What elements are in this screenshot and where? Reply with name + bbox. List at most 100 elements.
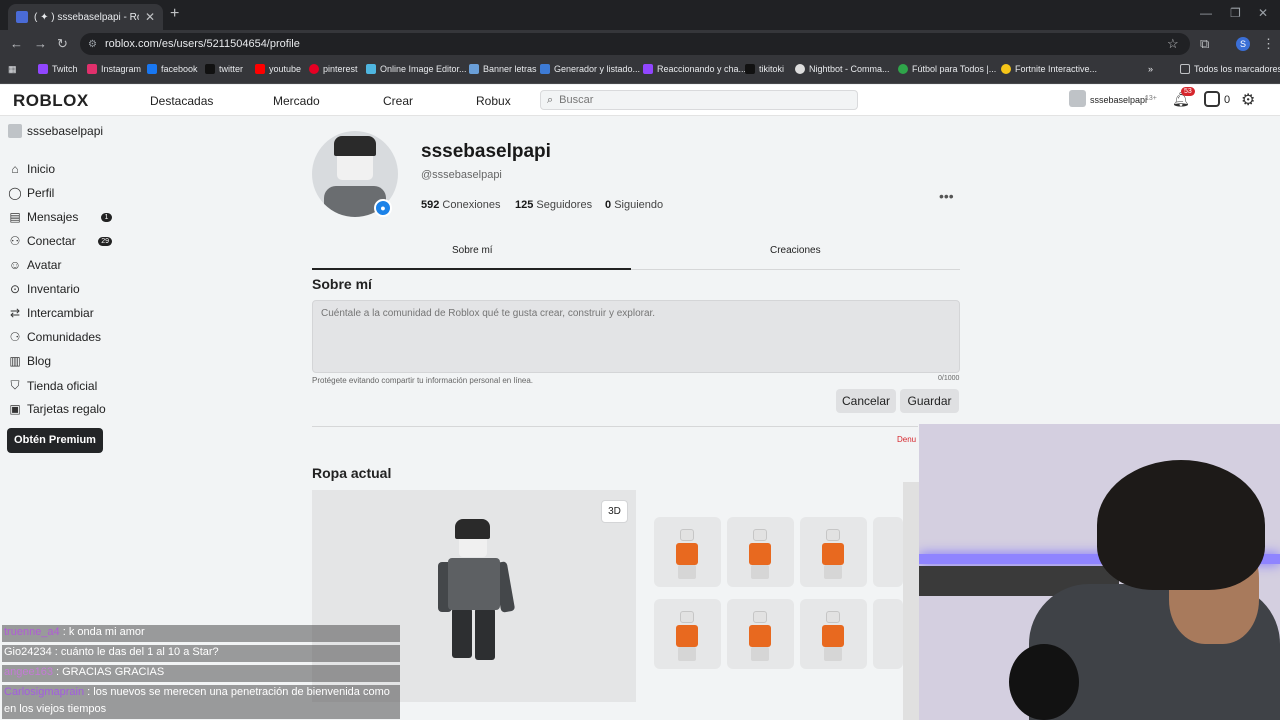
browser-tab[interactable]: ( ✦ ) sssebaselpapi - Roblox ✕: [8, 4, 163, 30]
nav-mercado[interactable]: Mercado: [273, 94, 320, 108]
roblox-logo[interactable]: ROBLOX: [13, 91, 89, 111]
minimize-icon[interactable]: —: [1200, 6, 1212, 20]
chat-text: : k onda mi amor: [62, 626, 145, 638]
avatar-icon: ☺: [8, 258, 22, 272]
toggle-3d-button[interactable]: 3D: [601, 500, 628, 523]
bookmark-reaccionando[interactable]: Reaccionando y cha...: [643, 64, 746, 74]
gear-icon[interactable]: ⚙: [1241, 90, 1255, 110]
bookmark-instagram[interactable]: Instagram: [87, 64, 141, 74]
sidebar-item-tienda[interactable]: ⛉ Tienda oficial: [8, 378, 108, 393]
tab-creaciones[interactable]: Creaciones: [770, 245, 821, 256]
outfit-item-tile[interactable]: [727, 517, 794, 587]
reload-icon[interactable]: ↻: [57, 36, 68, 52]
stat-connections[interactable]: 592 Conexiones: [421, 199, 501, 211]
bookmark-twitch[interactable]: Twitch: [38, 64, 78, 74]
browser-tabbar: ( ✦ ) sssebaselpapi - Roblox ✕ + — ❐ ✕: [0, 0, 1280, 30]
restore-icon[interactable]: ❐: [1230, 6, 1241, 20]
bookmark-nightbot[interactable]: Nightbot - Comma...: [795, 64, 890, 74]
bookmark-star-icon[interactable]: ☆: [1167, 36, 1179, 52]
stat-followers[interactable]: 125 Seguidores: [515, 199, 592, 211]
tile-body: [822, 625, 844, 647]
twitch-icon: [643, 64, 653, 74]
report-link[interactable]: Denu: [897, 435, 916, 444]
outfit-item-tile[interactable]: [654, 517, 721, 587]
new-tab-icon[interactable]: +: [170, 5, 179, 23]
robux-icon[interactable]: [1204, 91, 1220, 107]
sidebar-user[interactable]: sssebaselpapi: [8, 124, 103, 138]
chat-text: : GRACIAS GRACIAS: [56, 666, 165, 678]
extensions-icon[interactable]: ⧉: [1200, 36, 1209, 52]
apps-icon[interactable]: ▦: [8, 64, 17, 75]
header-username[interactable]: sssebaselpapi: [1090, 95, 1147, 105]
sidebar-item-conectar[interactable]: ⚇ Conectar 29: [8, 234, 112, 248]
tab-sobre-mi[interactable]: Sobre mí: [452, 245, 493, 256]
bookmark-twitter[interactable]: twitter: [205, 64, 243, 74]
tile-legs: [678, 647, 696, 661]
stream-chat-overlay: truenne_a4 : k onda mi amor Gio24234 : c…: [0, 625, 401, 720]
close-window-icon[interactable]: ✕: [1258, 6, 1268, 20]
back-icon[interactable]: ←: [10, 36, 23, 51]
tile-body: [676, 543, 698, 565]
bookmark-banner-letras[interactable]: Banner letras: [469, 64, 537, 74]
sidebar-item-inventario[interactable]: ⊙ Inventario: [8, 282, 108, 296]
outfit-item-tile[interactable]: [873, 517, 903, 587]
url-input[interactable]: ⚙ roblox.com/es/users/5211504654/profile: [80, 33, 1190, 55]
trade-icon: ⇄: [9, 306, 21, 320]
sidebar-item-inicio[interactable]: ⌂ Inicio: [8, 162, 108, 176]
sidebar-item-blog[interactable]: ▥ Blog: [8, 354, 108, 368]
tile-head: [826, 611, 840, 623]
outfit-item-tile[interactable]: [873, 599, 903, 669]
bookmark-pinterest[interactable]: pinterest: [309, 64, 358, 74]
sidebar-item-avatar[interactable]: ☺ Avatar: [8, 258, 108, 272]
close-icon[interactable]: ✕: [145, 10, 155, 24]
browser-profile-avatar[interactable]: S: [1236, 37, 1250, 51]
outfit-item-tile[interactable]: [727, 599, 794, 669]
browser-menu-icon[interactable]: ⋮: [1262, 36, 1275, 52]
bookmark-futbol[interactable]: Fútbol para Todos |...: [898, 64, 996, 74]
sidebar-item-label: Avatar: [27, 258, 62, 272]
nav-robux[interactable]: Robux: [476, 94, 511, 108]
bookmark-facebook[interactable]: facebook: [147, 64, 198, 74]
tile-body: [749, 543, 771, 565]
avatar: [8, 124, 22, 138]
more-options-icon[interactable]: •••: [939, 188, 954, 204]
nav-crear[interactable]: Crear: [383, 94, 413, 108]
stat-label: Seguidores: [536, 199, 593, 211]
search-input[interactable]: ⌕ Buscar: [540, 90, 858, 110]
save-button[interactable]: Guardar: [900, 389, 959, 413]
bookmark-generador[interactable]: Generador y listado...: [540, 64, 640, 74]
nav-destacadas[interactable]: Destacadas: [150, 94, 213, 108]
image-editor-icon: [366, 64, 376, 74]
sidebar-item-perfil[interactable]: ◯ Perfil: [8, 186, 108, 200]
online-status-icon: ●: [374, 199, 392, 217]
outfit-item-tile[interactable]: [800, 599, 867, 669]
bookmark-tikitoki[interactable]: tikitoki: [745, 64, 784, 74]
chat-username: Gio24234: [4, 646, 52, 658]
stat-following[interactable]: 0 Siguiendo: [605, 199, 663, 211]
people-icon: ⚇: [9, 234, 21, 248]
sidebar-item-comunidades[interactable]: ⚆ Comunidades: [8, 330, 108, 344]
avatar-leg: [475, 608, 495, 660]
site-settings-icon[interactable]: ⚙: [88, 39, 97, 50]
generator-icon: [540, 64, 550, 74]
more-bookmarks-icon[interactable]: »: [1148, 64, 1153, 74]
forward-icon[interactable]: →: [34, 36, 47, 51]
bookmark-image-editor[interactable]: Online Image Editor...: [366, 64, 467, 74]
all-bookmarks-folder[interactable]: Todos los marcadores: [1180, 64, 1280, 74]
outfit-item-tile[interactable]: [800, 517, 867, 587]
stat-label: Conexiones: [442, 199, 501, 211]
about-textarea[interactable]: [312, 300, 960, 373]
cancel-button[interactable]: Cancelar: [836, 389, 896, 413]
outfit-item-tile[interactable]: [654, 599, 721, 669]
sidebar-item-tarjetas[interactable]: ▣ Tarjetas regalo: [8, 402, 108, 416]
sidebar-item-mensajes[interactable]: ▤ Mensajes 1: [8, 210, 112, 224]
header-avatar[interactable]: [1069, 90, 1086, 107]
sidebar-item-intercambiar[interactable]: ⇄ Intercambiar: [8, 306, 108, 320]
premium-button[interactable]: Obtén Premium: [7, 428, 103, 453]
sidebar-item-label: Inventario: [27, 282, 80, 296]
bookmarks-bar: ▦ Twitch Instagram facebook twitter yout…: [0, 58, 1280, 84]
store-icon: ⛉: [10, 378, 20, 392]
tile-head: [680, 611, 694, 623]
bookmark-youtube[interactable]: youtube: [255, 64, 301, 74]
bookmark-fortnite[interactable]: Fortnite Interactive...: [1001, 64, 1097, 74]
